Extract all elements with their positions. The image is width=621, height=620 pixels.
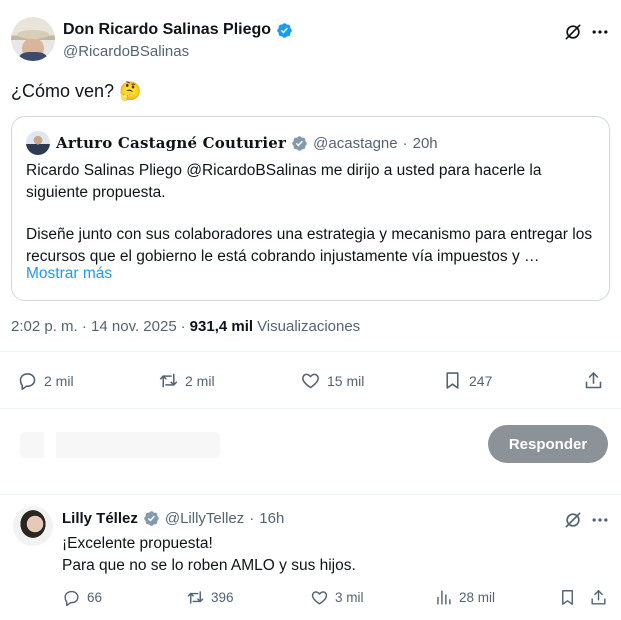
avatar[interactable]	[11, 17, 55, 61]
reply-count: 66	[87, 590, 103, 605]
timestamp[interactable]: 2:02 p. m. · 14 nov. 2025	[11, 318, 177, 335]
quoted-time[interactable]: 20h	[413, 135, 438, 152]
reply-action-bar: 66 396 3 mil 28 mil	[0, 588, 621, 608]
grok-icon[interactable]	[563, 22, 583, 42]
reply-icon	[19, 373, 36, 391]
repost-count: 2 mil	[185, 372, 215, 389]
bookmark-icon	[562, 590, 573, 605]
separator-dot: ·	[180, 318, 186, 335]
more-icon[interactable]	[590, 22, 610, 42]
grok-icon[interactable]	[563, 510, 583, 530]
reply-author-row: Lilly Téllez @LillyTellez · 16h	[62, 510, 284, 527]
views-action[interactable]: 28 mil	[434, 588, 495, 607]
divider	[0, 408, 621, 409]
verified-badge-icon	[292, 135, 307, 151]
show-more-link[interactable]: Mostrar más	[26, 265, 112, 283]
reply-time[interactable]: 16h	[259, 510, 284, 527]
like-count: 3 mil	[335, 590, 364, 605]
quoted-author-name[interactable]: 𝐀𝐫𝐭𝐮𝐫𝐨 𝐂𝐚𝐬𝐭𝐚𝐠𝐧𝐞́ 𝐂𝐨𝐮𝐭𝐮𝐫𝐢𝐞𝐫	[56, 134, 286, 152]
repost-count: 396	[211, 590, 234, 605]
repost-action[interactable]: 2 mil	[158, 370, 215, 391]
bookmark-icon	[446, 372, 459, 389]
reply-tweet[interactable]: Lilly Téllez @LillyTellez · 16h ¡Excelen…	[0, 496, 621, 620]
repost-icon	[159, 373, 178, 388]
share-action[interactable]	[589, 588, 608, 607]
share-icon	[585, 372, 602, 389]
views-icon	[437, 590, 451, 605]
author-name-row: Don Ricardo Salinas Pliego	[63, 21, 293, 39]
more-icon[interactable]	[590, 510, 610, 530]
repost-action[interactable]: 396	[186, 588, 234, 607]
like-icon	[302, 373, 319, 389]
divider	[0, 351, 621, 352]
reply-count: 2 mil	[44, 372, 74, 389]
reply-composer: Responder	[0, 420, 621, 470]
separator-dot: ·	[249, 510, 255, 527]
quoted-paragraph-text: Diseñe junto con sus colaboradores una e…	[26, 226, 593, 265]
share-action[interactable]	[583, 370, 604, 391]
repost-icon	[187, 591, 204, 604]
bookmark-action[interactable]: 247	[442, 370, 492, 391]
bookmark-count: 247	[469, 372, 493, 389]
quoted-text: Ricardo Salinas Pliego @RicardoBSalinas …	[26, 160, 601, 268]
timestamp-row: 2:02 p. m. · 14 nov. 2025 · 931,4 mil Vi…	[11, 318, 360, 335]
reply-line: Para que no se lo roben AMLO y sus hijos…	[62, 557, 356, 574]
reply-avatar[interactable]	[13, 506, 53, 546]
tweet-text: ¿Cómo ven? 🤔	[11, 81, 142, 101]
reply-button[interactable]: Responder	[488, 425, 608, 463]
author-name[interactable]: Don Ricardo Salinas Pliego	[63, 21, 271, 39]
reply-author-name[interactable]: Lilly Téllez	[62, 510, 138, 527]
reply-author-handle[interactable]: @LillyTellez	[165, 510, 244, 527]
separator-dot: ·	[402, 134, 408, 152]
reply-icon	[64, 590, 79, 607]
like-icon	[311, 591, 328, 605]
verified-badge-icon	[277, 22, 292, 38]
reply-line: ¡Excelente propuesta!	[62, 535, 213, 552]
quoted-tweet-card[interactable]: 𝐀𝐫𝐭𝐮𝐫𝐨 𝐂𝐚𝐬𝐭𝐚𝐠𝐧𝐞́ 𝐂𝐨𝐮𝐭𝐮𝐫𝐢𝐞𝐫 @acastagne · …	[11, 116, 610, 301]
quoted-avatar[interactable]	[26, 131, 50, 155]
like-action[interactable]: 3 mil	[310, 588, 364, 607]
reply-action[interactable]: 2 mil	[17, 370, 74, 391]
verified-badge-icon	[144, 511, 159, 526]
reply-text: ¡Excelente propuesta! Para que no se lo …	[62, 533, 356, 577]
quoted-paragraph: Ricardo Salinas Pliego @RicardoBSalinas …	[26, 162, 542, 201]
views-count: 28 mil	[459, 590, 496, 605]
like-action[interactable]: 15 mil	[300, 370, 364, 391]
action-bar: 2 mil 2 mil 15 mil 247	[0, 370, 621, 392]
bookmark-action[interactable]	[558, 588, 577, 607]
quoted-paragraph: Diseñe junto con sus colaboradores una e…	[26, 224, 601, 268]
views-count: 931,4 mil	[189, 318, 254, 335]
views-label: Visualizaciones	[257, 318, 361, 335]
share-icon	[591, 590, 606, 605]
divider	[0, 494, 621, 495]
reply-action[interactable]: 66	[62, 588, 102, 607]
author-handle[interactable]: @RicardoBSalinas	[63, 43, 189, 60]
composer-input[interactable]	[20, 432, 220, 458]
like-count: 15 mil	[327, 372, 365, 389]
quoted-header: 𝐀𝐫𝐭𝐮𝐫𝐨 𝐂𝐚𝐬𝐭𝐚𝐠𝐧𝐞́ 𝐂𝐨𝐮𝐭𝐮𝐫𝐢𝐞𝐫 @acastagne · …	[56, 134, 438, 152]
quoted-author-handle[interactable]: @acastagne	[313, 135, 397, 152]
